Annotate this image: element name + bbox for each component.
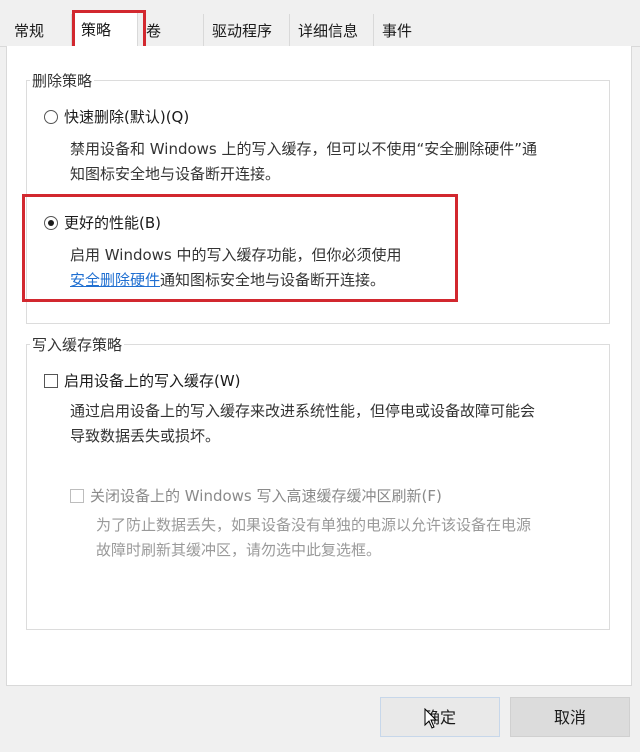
tab-policy[interactable]: 策略	[72, 12, 138, 47]
tab-events[interactable]: 事件	[374, 14, 434, 46]
ok-button[interactable]: 确定	[380, 697, 500, 737]
radio-unchecked-icon[interactable]	[44, 109, 58, 124]
tab-bar: 常规 策略 卷 驱动程序 详细信息 事件	[0, 12, 640, 47]
removal-policy-title: 删除策略	[30, 70, 95, 91]
mouse-cursor-icon	[424, 708, 438, 729]
tab-details[interactable]: 详细信息	[290, 14, 374, 46]
turn-off-buffer-flush-description: 为了防止数据丢失，如果设备没有单独的电源以允许该设备在电源 故障时刷新其缓冲区，…	[96, 513, 531, 563]
enable-write-cache-desc-line2: 导致数据丢失或损坏。	[70, 427, 221, 445]
enable-write-cache-checkbox[interactable]: 启用设备上的写入缓存(W)	[44, 370, 241, 391]
quick-removal-description: 禁用设备和 Windows 上的写入缓存，但可以不使用“安全删除硬件”通 知图标…	[70, 137, 537, 187]
turn-off-buffer-flush-label: 关闭设备上的 Windows 写入高速缓存缓冲区刷新(F)	[90, 487, 442, 505]
safely-remove-hardware-link[interactable]: 安全删除硬件	[70, 271, 160, 289]
checkbox-unchecked-icon[interactable]	[44, 373, 58, 388]
tab-driver[interactable]: 驱动程序	[204, 14, 290, 46]
tab-general[interactable]: 常规	[6, 14, 72, 46]
better-performance-desc-line2-rest: 通知图标安全地与设备断开连接。	[160, 271, 386, 289]
turn-off-buffer-flush-desc-line1: 为了防止数据丢失，如果设备没有单独的电源以允许该设备在电源	[96, 516, 532, 534]
turn-off-buffer-flush-desc-line2: 故障时刷新其缓冲区，请勿选中此复选框。	[96, 541, 382, 559]
quick-removal-desc-line1: 禁用设备和 Windows 上的写入缓存，但可以不使用“安全删除硬件”通	[70, 140, 538, 158]
quick-removal-label: 快速删除(默认)(Q)	[64, 108, 190, 126]
write-cache-policy-title: 写入缓存策略	[30, 334, 125, 355]
checkbox-disabled-icon[interactable]	[70, 488, 84, 503]
enable-write-cache-description: 通过启用设备上的写入缓存来改进系统性能，但停电或设备故障可能会 导致数据丢失或损…	[70, 399, 535, 449]
better-performance-desc-line2: 安全删除硬件通知图标安全地与设备断开连接。	[70, 268, 402, 293]
better-performance-desc-line1: 启用 Windows 中的写入缓存功能，但你必须使用	[70, 246, 402, 264]
quick-removal-desc-line2: 知图标安全地与设备断开连接。	[70, 165, 281, 183]
radio-checked-icon[interactable]	[44, 215, 58, 230]
tab-volumes[interactable]: 卷	[138, 14, 204, 46]
cancel-button[interactable]: 取消	[510, 697, 630, 737]
enable-write-cache-label: 启用设备上的写入缓存(W)	[64, 372, 241, 390]
better-performance-description: 启用 Windows 中的写入缓存功能，但你必须使用 安全删除硬件通知图标安全地…	[70, 243, 402, 293]
enable-write-cache-desc-line1: 通过启用设备上的写入缓存来改进系统性能，但停电或设备故障可能会	[70, 402, 536, 420]
better-performance-radio[interactable]: 更好的性能(B)	[44, 212, 161, 233]
quick-removal-radio[interactable]: 快速删除(默认)(Q)	[44, 106, 189, 127]
turn-off-buffer-flush-checkbox[interactable]: 关闭设备上的 Windows 写入高速缓存缓冲区刷新(F)	[70, 485, 442, 506]
better-performance-label: 更好的性能(B)	[64, 214, 161, 232]
